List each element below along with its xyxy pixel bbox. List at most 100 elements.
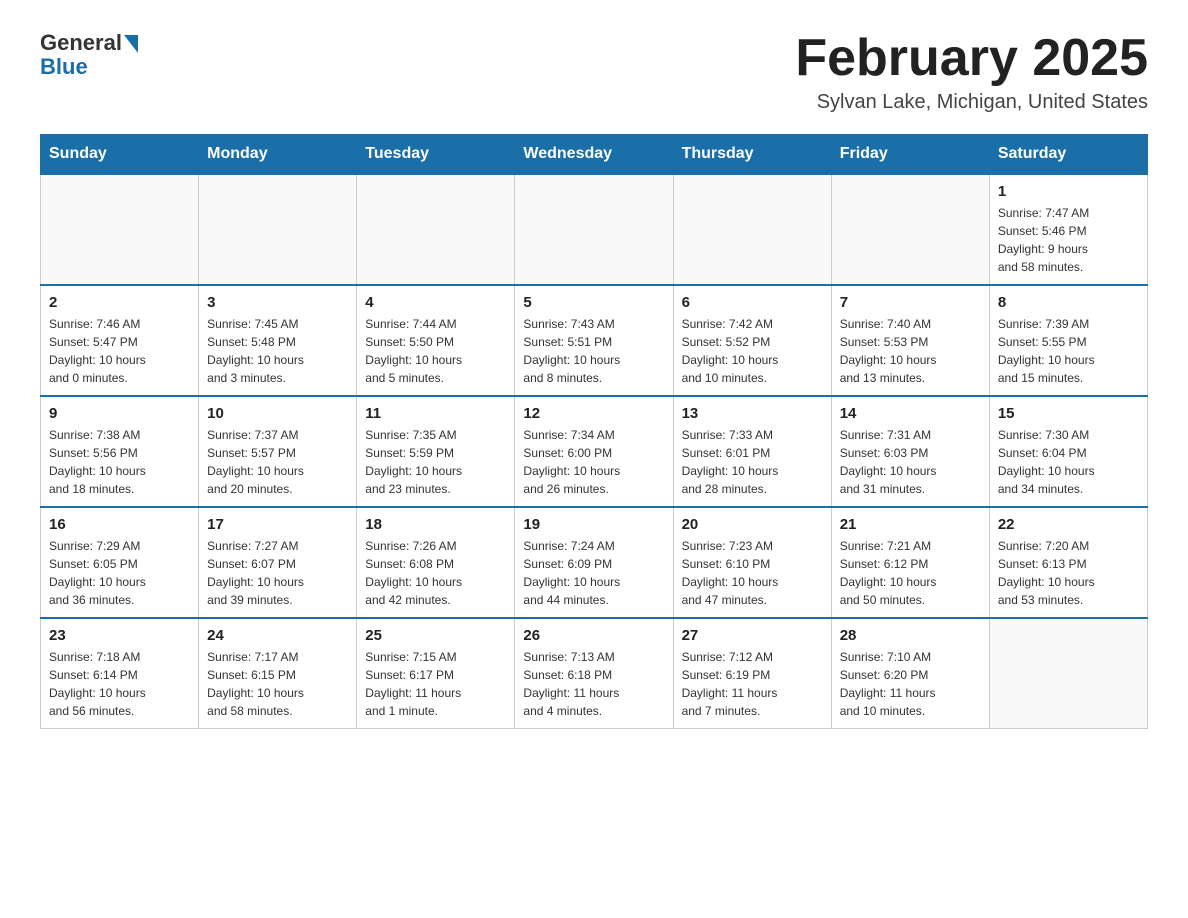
calendar-cell: 10 Sunrise: 7:37 AM Sunset: 5:57 PM Dayli… [199, 396, 357, 507]
calendar-cell [989, 618, 1147, 729]
calendar-cell [357, 174, 515, 285]
day-info: Sunrise: 7:33 AM Sunset: 6:01 PM Dayligh… [682, 426, 823, 498]
weekday-header-wednesday: Wednesday [515, 135, 673, 175]
calendar-cell: 18 Sunrise: 7:26 AM Sunset: 6:08 PM Dayli… [357, 507, 515, 618]
calendar-cell: 11Sunrise: 7:35 AM Sunset: 5:59 PM Dayli… [357, 396, 515, 507]
day-info: Sunrise: 7:37 AM Sunset: 5:57 PM Dayligh… [207, 426, 348, 498]
day-number: 12 [523, 405, 664, 422]
calendar-cell: 5 Sunrise: 7:43 AM Sunset: 5:51 PM Daylig… [515, 285, 673, 396]
day-info: Sunrise: 7:47 AM Sunset: 5:46 PM Dayligh… [998, 204, 1139, 276]
calendar-cell: 22 Sunrise: 7:20 AM Sunset: 6:13 PM Dayli… [989, 507, 1147, 618]
day-info: Sunrise: 7:42 AM Sunset: 5:52 PM Dayligh… [682, 315, 823, 387]
day-number: 23 [49, 627, 190, 644]
day-number: 20 [682, 516, 823, 533]
day-info: Sunrise: 7:24 AM Sunset: 6:09 PM Dayligh… [523, 537, 664, 609]
day-info: Sunrise: 7:10 AM Sunset: 6:20 PM Dayligh… [840, 648, 981, 720]
calendar-cell: 17Sunrise: 7:27 AM Sunset: 6:07 PM Dayli… [199, 507, 357, 618]
day-info: Sunrise: 7:17 AM Sunset: 6:15 PM Dayligh… [207, 648, 348, 720]
calendar-week-4: 16Sunrise: 7:29 AM Sunset: 6:05 PM Dayli… [41, 507, 1148, 618]
calendar-cell: 23 Sunrise: 7:18 AM Sunset: 6:14 PM Dayli… [41, 618, 199, 729]
title-area: February 2025 Sylvan Lake, Michigan, Uni… [795, 30, 1148, 114]
calendar-cell: 24 Sunrise: 7:17 AM Sunset: 6:15 PM Dayli… [199, 618, 357, 729]
page-header: General Blue February 2025 Sylvan Lake, … [40, 30, 1148, 114]
day-info: Sunrise: 7:39 AM Sunset: 5:55 PM Dayligh… [998, 315, 1139, 387]
calendar-cell: 4Sunrise: 7:44 AM Sunset: 5:50 PM Daylig… [357, 285, 515, 396]
weekday-header-friday: Friday [831, 135, 989, 175]
calendar-cell: 28 Sunrise: 7:10 AM Sunset: 6:20 PM Dayli… [831, 618, 989, 729]
calendar-cell: 16Sunrise: 7:29 AM Sunset: 6:05 PM Dayli… [41, 507, 199, 618]
day-number: 27 [682, 627, 823, 644]
weekday-header-sunday: Sunday [41, 135, 199, 175]
day-number: 22 [998, 516, 1139, 533]
calendar-cell [673, 174, 831, 285]
logo-arrow-icon [124, 35, 138, 53]
day-info: Sunrise: 7:45 AM Sunset: 5:48 PM Dayligh… [207, 315, 348, 387]
weekday-header-monday: Monday [199, 135, 357, 175]
day-number: 24 [207, 627, 348, 644]
day-number: 19 [523, 516, 664, 533]
day-info: Sunrise: 7:43 AM Sunset: 5:51 PM Dayligh… [523, 315, 664, 387]
day-info: Sunrise: 7:26 AM Sunset: 6:08 PM Dayligh… [365, 537, 506, 609]
day-number: 8 [998, 294, 1139, 311]
day-info: Sunrise: 7:29 AM Sunset: 6:05 PM Dayligh… [49, 537, 190, 609]
calendar-cell: 25 Sunrise: 7:15 AM Sunset: 6:17 PM Dayli… [357, 618, 515, 729]
day-number: 15 [998, 405, 1139, 422]
day-number: 3 [207, 294, 348, 311]
calendar-cell: 26Sunrise: 7:13 AM Sunset: 6:18 PM Dayli… [515, 618, 673, 729]
calendar-cell: 7 Sunrise: 7:40 AM Sunset: 5:53 PM Daylig… [831, 285, 989, 396]
day-number: 25 [365, 627, 506, 644]
day-number: 28 [840, 627, 981, 644]
day-info: Sunrise: 7:44 AM Sunset: 5:50 PM Dayligh… [365, 315, 506, 387]
day-number: 7 [840, 294, 981, 311]
logo: General Blue [40, 30, 138, 80]
calendar-cell [41, 174, 199, 285]
day-info: Sunrise: 7:35 AM Sunset: 5:59 PM Dayligh… [365, 426, 506, 498]
weekday-header-saturday: Saturday [989, 135, 1147, 175]
day-number: 14 [840, 405, 981, 422]
day-info: Sunrise: 7:27 AM Sunset: 6:07 PM Dayligh… [207, 537, 348, 609]
day-number: 10 [207, 405, 348, 422]
day-info: Sunrise: 7:13 AM Sunset: 6:18 PM Dayligh… [523, 648, 664, 720]
calendar-table: SundayMondayTuesdayWednesdayThursdayFrid… [40, 134, 1148, 729]
calendar-cell: 8 Sunrise: 7:39 AM Sunset: 5:55 PM Daylig… [989, 285, 1147, 396]
month-title: February 2025 [795, 30, 1148, 87]
day-info: Sunrise: 7:30 AM Sunset: 6:04 PM Dayligh… [998, 426, 1139, 498]
day-info: Sunrise: 7:34 AM Sunset: 6:00 PM Dayligh… [523, 426, 664, 498]
day-info: Sunrise: 7:21 AM Sunset: 6:12 PM Dayligh… [840, 537, 981, 609]
calendar-cell: 6 Sunrise: 7:42 AM Sunset: 5:52 PM Daylig… [673, 285, 831, 396]
day-info: Sunrise: 7:20 AM Sunset: 6:13 PM Dayligh… [998, 537, 1139, 609]
calendar-cell: 3 Sunrise: 7:45 AM Sunset: 5:48 PM Daylig… [199, 285, 357, 396]
weekday-header-tuesday: Tuesday [357, 135, 515, 175]
day-number: 9 [49, 405, 190, 422]
calendar-week-1: 1Sunrise: 7:47 AM Sunset: 5:46 PM Daylig… [41, 174, 1148, 285]
calendar-cell [515, 174, 673, 285]
day-number: 5 [523, 294, 664, 311]
day-info: Sunrise: 7:38 AM Sunset: 5:56 PM Dayligh… [49, 426, 190, 498]
calendar-cell: 12 Sunrise: 7:34 AM Sunset: 6:00 PM Dayli… [515, 396, 673, 507]
day-info: Sunrise: 7:31 AM Sunset: 6:03 PM Dayligh… [840, 426, 981, 498]
day-info: Sunrise: 7:40 AM Sunset: 5:53 PM Dayligh… [840, 315, 981, 387]
calendar-cell: 1Sunrise: 7:47 AM Sunset: 5:46 PM Daylig… [989, 174, 1147, 285]
calendar-cell: 9 Sunrise: 7:38 AM Sunset: 5:56 PM Daylig… [41, 396, 199, 507]
calendar-week-5: 23 Sunrise: 7:18 AM Sunset: 6:14 PM Dayli… [41, 618, 1148, 729]
calendar-cell: 20 Sunrise: 7:23 AM Sunset: 6:10 PM Dayli… [673, 507, 831, 618]
calendar-cell: 27Sunrise: 7:12 AM Sunset: 6:19 PM Dayli… [673, 618, 831, 729]
day-number: 2 [49, 294, 190, 311]
calendar-cell: 19 Sunrise: 7:24 AM Sunset: 6:09 PM Dayli… [515, 507, 673, 618]
calendar-cell: 15 Sunrise: 7:30 AM Sunset: 6:04 PM Dayli… [989, 396, 1147, 507]
day-info: Sunrise: 7:46 AM Sunset: 5:47 PM Dayligh… [49, 315, 190, 387]
day-info: Sunrise: 7:23 AM Sunset: 6:10 PM Dayligh… [682, 537, 823, 609]
weekday-header-thursday: Thursday [673, 135, 831, 175]
calendar-cell: 21 Sunrise: 7:21 AM Sunset: 6:12 PM Dayli… [831, 507, 989, 618]
logo-blue-text: Blue [40, 54, 88, 80]
day-info: Sunrise: 7:18 AM Sunset: 6:14 PM Dayligh… [49, 648, 190, 720]
calendar-week-3: 9 Sunrise: 7:38 AM Sunset: 5:56 PM Daylig… [41, 396, 1148, 507]
calendar-cell [199, 174, 357, 285]
calendar-cell: 14 Sunrise: 7:31 AM Sunset: 6:03 PM Dayli… [831, 396, 989, 507]
day-info: Sunrise: 7:15 AM Sunset: 6:17 PM Dayligh… [365, 648, 506, 720]
day-number: 6 [682, 294, 823, 311]
calendar-cell: 2 Sunrise: 7:46 AM Sunset: 5:47 PM Daylig… [41, 285, 199, 396]
day-number: 21 [840, 516, 981, 533]
day-number: 18 [365, 516, 506, 533]
calendar-cell [831, 174, 989, 285]
